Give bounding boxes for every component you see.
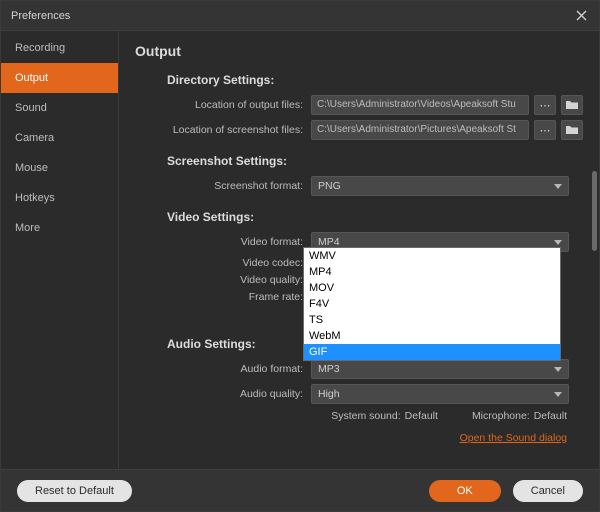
main-panel: Output Directory Settings: Location of o… <box>119 31 599 469</box>
value-microphone: Default <box>534 410 567 422</box>
sidebar-item-recording[interactable]: Recording <box>1 33 118 63</box>
section-heading-video: Video Settings: <box>167 210 583 224</box>
section-heading-screenshot: Screenshot Settings: <box>167 154 583 168</box>
row-audio-quality: Audio quality: High <box>135 384 583 404</box>
dropdown-option[interactable]: F4V <box>304 296 560 312</box>
reset-button[interactable]: Reset to Default <box>17 480 132 502</box>
sidebar-item-label: Recording <box>15 42 65 54</box>
label-video-quality: Video quality: <box>135 274 311 286</box>
dropdown-option[interactable]: WebM <box>304 328 560 344</box>
label-audio-quality: Audio quality: <box>135 388 311 400</box>
sidebar-item-label: Camera <box>15 132 54 144</box>
dropdown-option[interactable]: TS <box>304 312 560 328</box>
label-output-location: Location of output files: <box>135 99 311 111</box>
close-icon[interactable] <box>573 8 589 24</box>
label-screenshot-location: Location of screenshot files: <box>135 124 311 136</box>
value-system-sound: Default <box>405 410 438 422</box>
sidebar-item-label: Mouse <box>15 162 48 174</box>
sidebar-item-label: Output <box>15 72 48 84</box>
select-audio-format[interactable]: MP3 <box>311 359 569 379</box>
preferences-window: Preferences Recording Output Sound Camer… <box>0 0 600 512</box>
window-title: Preferences <box>11 10 70 22</box>
dropdown-option[interactable]: GIF <box>304 344 560 360</box>
open-sound-dialog-link[interactable]: Open the Sound dialog <box>135 432 567 444</box>
label-screenshot-format: Screenshot format: <box>135 180 311 192</box>
page-title: Output <box>135 43 583 59</box>
ok-button[interactable]: OK <box>429 480 501 502</box>
sidebar-item-more[interactable]: More <box>1 213 118 243</box>
sidebar-item-label: Sound <box>15 102 47 114</box>
ellipsis-icon[interactable]: ⋯ <box>534 95 556 115</box>
row-audio-format: Audio format: MP3 <box>135 359 583 379</box>
folder-icon[interactable] <box>561 95 583 115</box>
section-heading-directory: Directory Settings: <box>167 73 583 87</box>
row-screenshot-location: Location of screenshot files: C:\Users\A… <box>135 120 583 140</box>
label-microphone: Microphone: <box>472 410 530 422</box>
cancel-button[interactable]: Cancel <box>513 480 583 502</box>
titlebar: Preferences <box>1 1 599 31</box>
sidebar-item-sound[interactable]: Sound <box>1 93 118 123</box>
dropdown-option[interactable]: MOV <box>304 280 560 296</box>
input-output-location[interactable]: C:\Users\Administrator\Videos\Apeaksoft … <box>311 95 529 115</box>
sidebar-item-label: Hotkeys <box>15 192 55 204</box>
label-video-format: Video format: <box>135 236 311 248</box>
folder-icon[interactable] <box>561 120 583 140</box>
sidebar-item-camera[interactable]: Camera <box>1 123 118 153</box>
dropdown-option[interactable]: WMV <box>304 248 560 264</box>
row-screenshot-format: Screenshot format: PNG <box>135 176 583 196</box>
row-output-location: Location of output files: C:\Users\Admin… <box>135 95 583 115</box>
scrollbar[interactable] <box>592 171 597 251</box>
label-system-sound: System sound: <box>331 410 400 422</box>
sidebar-item-output[interactable]: Output <box>1 63 118 93</box>
audio-device-row: System sound: Default Microphone: Defaul… <box>135 410 583 422</box>
select-audio-quality[interactable]: High <box>311 384 569 404</box>
video-format-dropdown[interactable]: WMV MP4 MOV F4V TS WebM GIF <box>303 247 561 361</box>
sidebar: Recording Output Sound Camera Mouse Hotk… <box>1 31 119 469</box>
sidebar-item-mouse[interactable]: Mouse <box>1 153 118 183</box>
input-screenshot-location[interactable]: C:\Users\Administrator\Pictures\Apeaksof… <box>311 120 529 140</box>
label-frame-rate: Frame rate: <box>135 291 311 303</box>
ellipsis-icon[interactable]: ⋯ <box>534 120 556 140</box>
sidebar-item-hotkeys[interactable]: Hotkeys <box>1 183 118 213</box>
select-screenshot-format[interactable]: PNG <box>311 176 569 196</box>
sidebar-item-label: More <box>15 222 40 234</box>
body: Recording Output Sound Camera Mouse Hotk… <box>1 31 599 469</box>
footer: Reset to Default OK Cancel <box>1 469 599 511</box>
label-video-codec: Video codec: <box>135 257 311 269</box>
label-audio-format: Audio format: <box>135 363 311 375</box>
dropdown-option[interactable]: MP4 <box>304 264 560 280</box>
